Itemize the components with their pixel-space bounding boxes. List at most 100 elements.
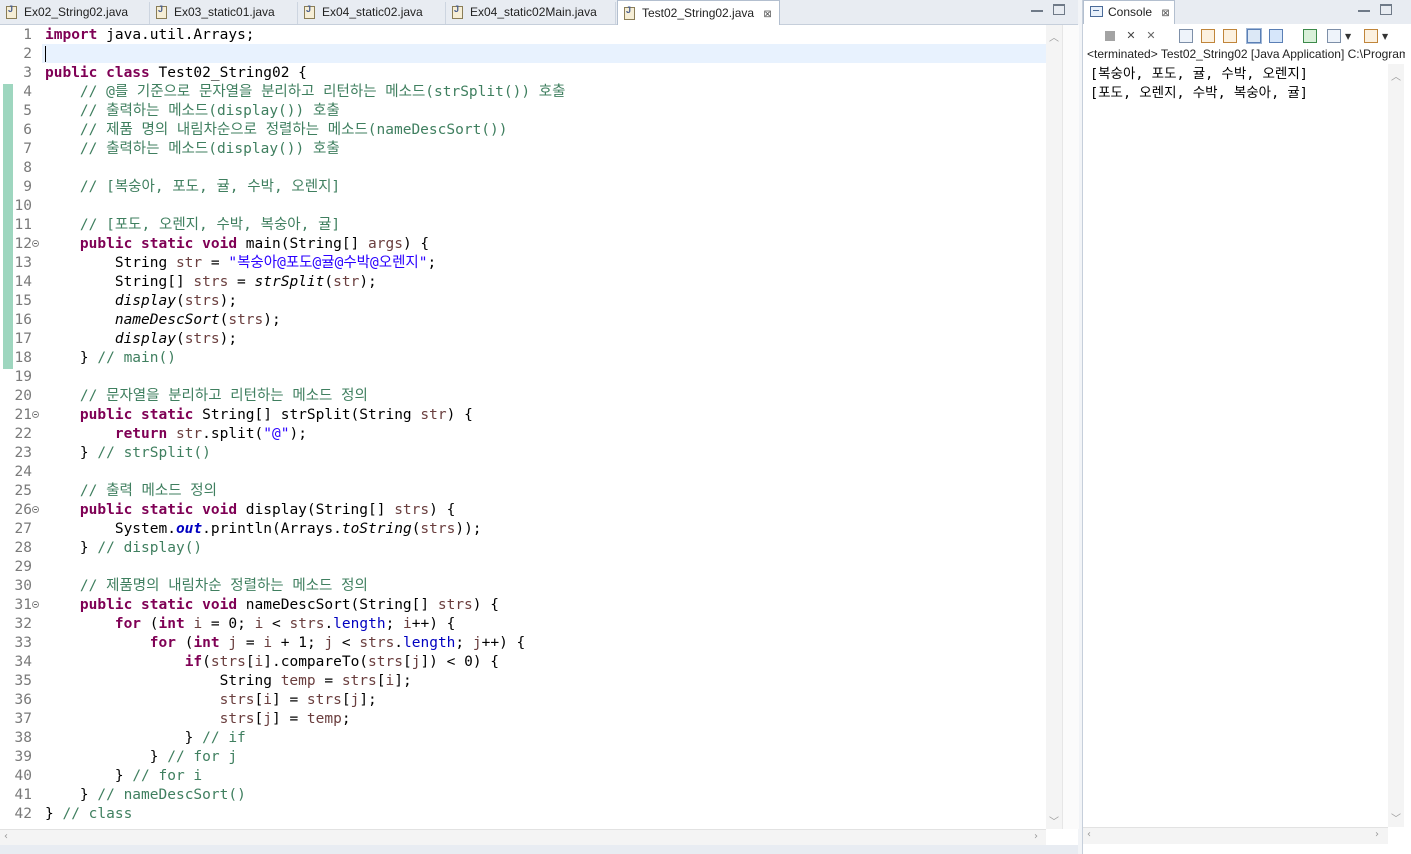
tab-console[interactable]: Console ⊠	[1083, 0, 1175, 24]
code-line[interactable]: 17 display(strs);	[0, 330, 1046, 349]
console-horizontal-scrollbar[interactable]: ‹ ›	[1083, 827, 1388, 844]
code-token: // for j	[167, 749, 238, 765]
code-line[interactable]: 27 System.out.println(Arrays.toString(st…	[0, 520, 1046, 539]
code-line[interactable]: 16 nameDescSort(strs);	[0, 311, 1046, 330]
code-line[interactable]: 4 // @를 기준으로 문자열을 분리하고 리턴하는 메소드(strSplit…	[0, 83, 1046, 102]
code-line[interactable]: 34 if(strs[i].compareTo(strs[j]) < 0) {	[0, 653, 1046, 672]
maximize-button[interactable]	[1380, 4, 1392, 15]
editor-horizontal-scrollbar[interactable]: ‹ ›	[0, 829, 1046, 846]
code-line[interactable]: 8	[0, 159, 1046, 178]
tab-ex02-string02[interactable]: Ex02_String02.java	[0, 2, 150, 24]
close-icon[interactable]: ⊠	[763, 9, 771, 20]
code-line[interactable]: 7 // 출력하는 메소드(display()) 호출	[0, 140, 1046, 159]
code-line[interactable]: 22 return str.split("@");	[0, 425, 1046, 444]
line-number: 23	[14, 445, 32, 461]
code-line[interactable]: 41 } // nameDescSort()	[0, 786, 1046, 805]
scroll-left-icon[interactable]: ‹	[1087, 829, 1091, 840]
code-line[interactable]: 35 String temp = strs[i];	[0, 672, 1046, 691]
code-line[interactable]: 32 for (int i = 0; i < strs.length; i++)…	[0, 615, 1046, 634]
scroll-lock-icon[interactable]	[1201, 29, 1215, 43]
code-token: strs	[219, 692, 255, 708]
minimize-button[interactable]	[1358, 4, 1370, 12]
chevron-down-icon[interactable]: ▼	[1382, 32, 1388, 41]
code-line[interactable]: 33 for (int j = i + 1; j < strs.length; …	[0, 634, 1046, 653]
remove-all-terminated-icon[interactable]: ✕	[1144, 29, 1158, 43]
terminate-icon[interactable]	[1105, 31, 1115, 41]
chevron-down-icon[interactable]: ▼	[1345, 32, 1351, 41]
console-tab-label: Console	[1108, 5, 1153, 19]
close-icon[interactable]: ⊠	[1161, 8, 1169, 19]
code-text: // 출력하는 메소드(display()) 호출	[45, 102, 340, 121]
code-line[interactable]: 28 } // display()	[0, 539, 1046, 558]
code-text: } // display()	[45, 539, 202, 558]
console-output[interactable]: [복숭아, 포도, 귤, 수박, 오렌지] [포도, 오렌지, 수박, 복숭아,…	[1083, 64, 1388, 827]
fold-toggle-icon[interactable]	[32, 601, 39, 608]
console-icon	[1090, 6, 1103, 17]
code-line[interactable]: 38 } // if	[0, 729, 1046, 748]
scroll-down-icon[interactable]: ﹀	[1049, 813, 1059, 828]
code-line[interactable]: 12 public static void main(String[] args…	[0, 235, 1046, 254]
code-token: = 0;	[202, 616, 255, 632]
code-line[interactable]: 19	[0, 368, 1046, 387]
code-line[interactable]: 1 import java.util.Arrays;	[0, 26, 1046, 45]
pin-console-icon[interactable]	[1303, 29, 1317, 43]
editor-vertical-scrollbar[interactable]: ︿ ﹀	[1046, 25, 1062, 829]
code-line[interactable]: 25 // 출력 메소드 정의	[0, 482, 1046, 501]
word-wrap-icon[interactable]	[1223, 29, 1237, 43]
show-on-stdout-icon[interactable]	[1246, 28, 1262, 44]
code-line[interactable]: 29	[0, 558, 1046, 577]
scroll-up-icon[interactable]: ︿	[1391, 68, 1401, 83]
code-line[interactable]: 2	[0, 45, 1046, 64]
code-line[interactable]: 3 public class Test02_String02 {	[0, 64, 1046, 83]
code-line[interactable]: 36 strs[i] = strs[j];	[0, 691, 1046, 710]
remove-launch-icon[interactable]: ✕	[1124, 29, 1138, 43]
code-line[interactable]: 6 // 제품 명의 내림차순으로 정렬하는 메소드(nameDescSort(…	[0, 121, 1046, 140]
tab-ex03-static01[interactable]: Ex03_static01.java	[150, 2, 298, 24]
scroll-down-icon[interactable]: ﹀	[1391, 810, 1401, 825]
scroll-left-icon[interactable]: ‹	[4, 831, 8, 842]
code-token: ++) {	[411, 616, 456, 632]
fold-toggle-icon[interactable]	[32, 240, 39, 247]
code-line[interactable]: 18 } // main()	[0, 349, 1046, 368]
code-line[interactable]: 11 // [포도, 오렌지, 수박, 복숭아, 귤]	[0, 216, 1046, 235]
code-line[interactable]: 20 // 문자열을 분리하고 리턴하는 메소드 정의	[0, 387, 1046, 406]
tab-ex04-static02[interactable]: Ex04_static02.java	[298, 2, 446, 24]
code-line[interactable]: 24	[0, 463, 1046, 482]
open-console-icon[interactable]	[1364, 29, 1378, 43]
code-line[interactable]: 9 // [복숭아, 포도, 귤, 수박, 오렌지]	[0, 178, 1046, 197]
overview-ruler[interactable]	[1062, 25, 1079, 829]
code-line[interactable]: 39 } // for j	[0, 748, 1046, 767]
minimize-button[interactable]	[1031, 4, 1043, 12]
code-text: import java.util.Arrays;	[45, 26, 255, 45]
code-line[interactable]: 26 public static void display(String[] s…	[0, 501, 1046, 520]
scroll-right-icon[interactable]: ›	[1034, 831, 1038, 842]
code-line[interactable]: 5 // 출력하는 메소드(display()) 호출	[0, 102, 1046, 121]
code-token: // class	[62, 806, 133, 822]
code-line[interactable]: 23 } // strSplit()	[0, 444, 1046, 463]
code-line[interactable]: 15 display(strs);	[0, 292, 1046, 311]
code-token: String[]	[45, 274, 194, 290]
show-on-stderr-icon[interactable]	[1269, 29, 1283, 43]
code-line[interactable]: 30 // 제품명의 내림차순 정렬하는 메소드 정의	[0, 577, 1046, 596]
code-line[interactable]: 42} // class	[0, 805, 1046, 824]
tab-ex04-static02main[interactable]: Ex04_static02Main.java	[446, 2, 616, 24]
scroll-right-icon[interactable]: ›	[1375, 829, 1379, 840]
console-vertical-scrollbar[interactable]: ︿ ﹀	[1388, 64, 1404, 827]
code-line[interactable]: 21 public static String[] strSplit(Strin…	[0, 406, 1046, 425]
code-line[interactable]: 31 public static void nameDescSort(Strin…	[0, 596, 1046, 615]
code-line[interactable]: 13 String str = "복숭아@포도@귤@수박@오렌지";	[0, 254, 1046, 273]
clear-console-icon[interactable]	[1179, 29, 1193, 43]
scroll-up-icon[interactable]: ︿	[1049, 29, 1059, 44]
code-editor[interactable]: 1 import java.util.Arrays; 2 3 public class …	[0, 25, 1046, 829]
display-selected-console-icon[interactable]	[1327, 29, 1341, 43]
fold-toggle-icon[interactable]	[32, 411, 39, 418]
code-text: // [복숭아, 포도, 귤, 수박, 오렌지]	[45, 178, 340, 197]
code-line[interactable]: 10	[0, 197, 1046, 216]
code-line[interactable]: 37 strs[j] = temp;	[0, 710, 1046, 729]
tab-test02-string02[interactable]: Test02_String02.java ⊠	[617, 0, 780, 25]
fold-toggle-icon[interactable]	[32, 506, 39, 513]
code-line[interactable]: 14 String[] strs = strSplit(str);	[0, 273, 1046, 292]
maximize-button[interactable]	[1053, 4, 1065, 15]
code-token: j	[350, 692, 360, 708]
code-line[interactable]: 40 } // for i	[0, 767, 1046, 786]
